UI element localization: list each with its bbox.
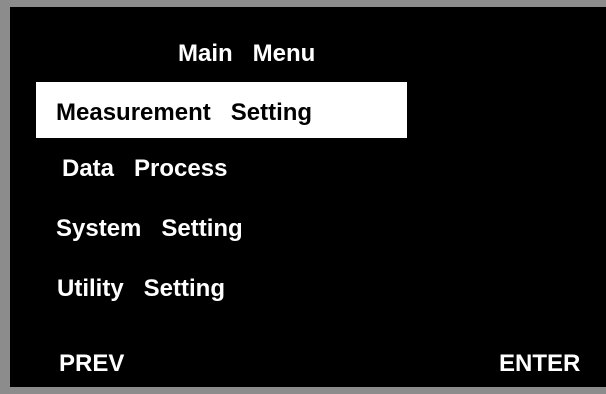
menu-item-label: Measurement Setting [56, 99, 313, 126]
prev-softkey[interactable]: PREV [59, 352, 124, 376]
menu-item-utility-setting[interactable]: Utility Setting [57, 277, 225, 301]
lcd-screen: Main Menu Measurement Setting Data Proce… [10, 7, 606, 387]
menu-title: Main Menu [178, 40, 316, 67]
menu-item-data-process[interactable]: Data Process [62, 157, 227, 181]
enter-softkey[interactable]: ENTER [499, 352, 580, 376]
menu-item-measurement-setting[interactable]: Measurement Setting [36, 82, 407, 138]
menu-item-system-setting[interactable]: System Setting [56, 217, 243, 241]
device-bezel: Main Menu Measurement Setting Data Proce… [0, 0, 606, 394]
